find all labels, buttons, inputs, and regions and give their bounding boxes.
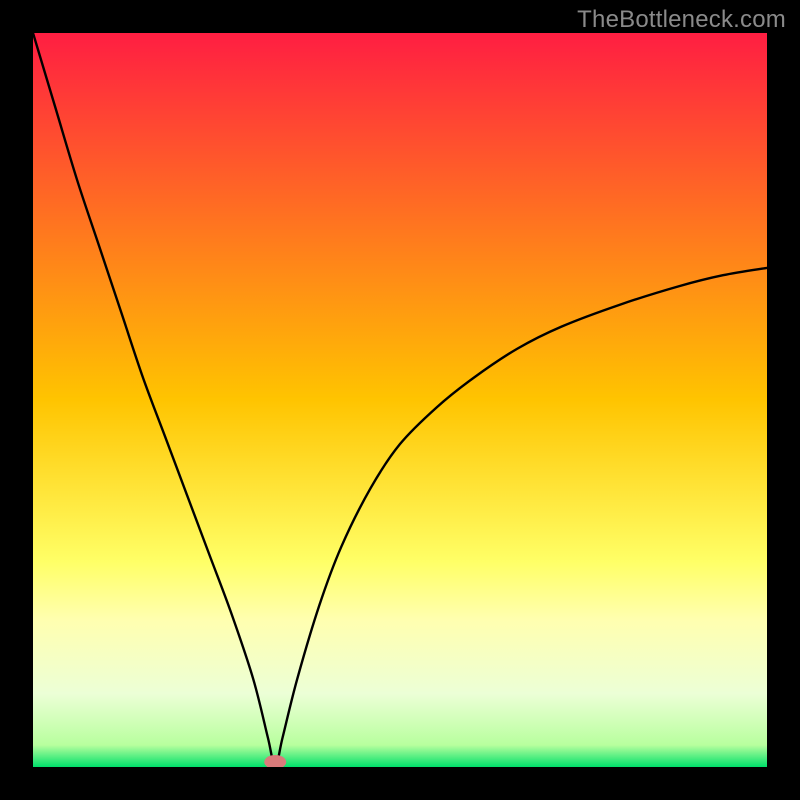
- watermark-text: TheBottleneck.com: [577, 6, 786, 34]
- plot-area: [33, 33, 767, 767]
- gradient-background: [33, 33, 767, 767]
- chart-svg: [33, 33, 767, 767]
- chart-frame: TheBottleneck.com: [0, 0, 800, 800]
